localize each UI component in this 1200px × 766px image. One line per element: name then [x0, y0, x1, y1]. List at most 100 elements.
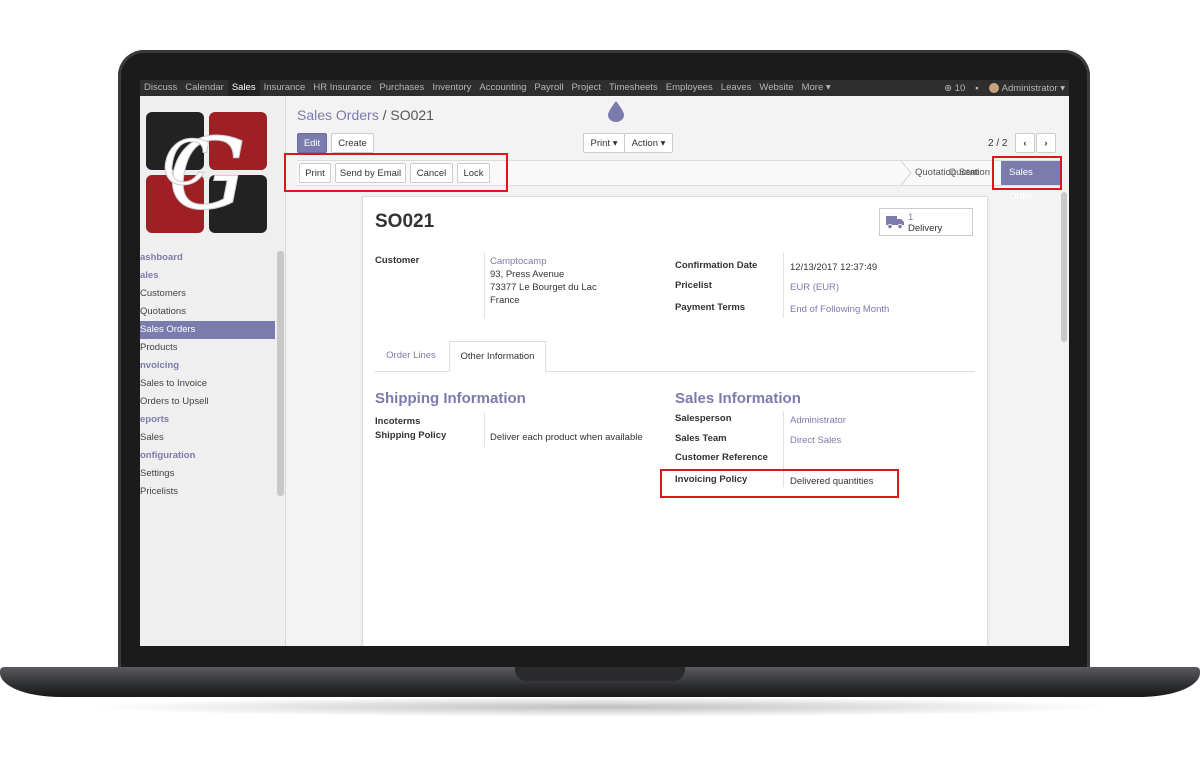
tab-other-information[interactable]: Other Information [449, 341, 546, 372]
pager-previous-button[interactable]: ‹ [1015, 133, 1035, 153]
sidebar-section-configuration: onfiguration [140, 450, 196, 461]
field-divider [484, 253, 485, 318]
sales-team-link[interactable]: Direct Sales [790, 434, 841, 447]
sidebar-item-orders-to-upsell[interactable]: Orders to Upsell [140, 393, 275, 411]
company-logo: G C [146, 112, 267, 233]
customer-address-line1: 93, Press Avenue [490, 269, 565, 280]
customer-address-line2: 73377 Le Bourget du Lac [490, 282, 597, 293]
incoterms-label: Incoterms [375, 416, 421, 427]
payment-terms-label: Payment Terms [675, 302, 746, 313]
pager-value: 2 / 2 [988, 138, 1008, 149]
order-number-title: SO021 [375, 211, 435, 232]
customer-address-line3: France [490, 295, 520, 306]
form-sheet: SO021 1 Delivery Customer Camptocamp 93,… [362, 196, 988, 646]
breadcrumb: Sales Orders / SO021 [297, 107, 434, 123]
nav-calendar[interactable]: Calendar [181, 80, 228, 96]
messages-count: 10 [954, 82, 966, 94]
svg-text:C: C [162, 126, 209, 199]
field-divider [783, 253, 784, 318]
laptop-shadow [80, 697, 1120, 717]
nav-sales[interactable]: Sales [227, 80, 260, 96]
messages-menu[interactable]: ⊕ 10 [944, 83, 965, 94]
nav-discuss[interactable]: Discuss [140, 80, 181, 96]
stage-quotation-sent[interactable]: Quotation Sent [915, 161, 995, 185]
nav-leaves[interactable]: Leaves [717, 80, 756, 96]
nav-website[interactable]: Website [755, 80, 797, 96]
truck-icon [886, 216, 904, 229]
nav-hr-insurance[interactable]: HR Insurance [309, 80, 375, 96]
sidebar-item-pricelists[interactable]: Pricelists [140, 483, 275, 501]
confirmation-date-label: Confirmation Date [675, 260, 758, 271]
customer-label: Customer [375, 255, 420, 266]
create-button[interactable]: Create [331, 133, 374, 153]
sidebar-section-reports: eports [140, 414, 170, 425]
sidebar-scrollbar[interactable] [277, 251, 284, 496]
nav-inventory[interactable]: Inventory [428, 80, 475, 96]
action-dropdown[interactable]: Action ▾ [624, 133, 673, 153]
sidebar-section-dashboard[interactable]: ashboard [140, 249, 275, 267]
highlight-box-invoicing-policy [660, 469, 899, 498]
sidebar-section-sales: ales [140, 270, 159, 281]
sidebar-section-invoicing: nvoicing [140, 360, 180, 371]
payment-terms-link[interactable]: End of Following Month [790, 303, 889, 316]
tab-order-lines[interactable]: Order Lines [375, 341, 447, 370]
pricelist-label: Pricelist [675, 280, 712, 291]
delivery-smart-button[interactable]: 1 Delivery [879, 208, 973, 236]
stage-quotation[interactable] [852, 161, 900, 185]
breadcrumb-separator: / [378, 107, 391, 123]
nav-accounting[interactable]: Accounting [475, 80, 530, 96]
shipping-policy-value[interactable]: Deliver each product when available [490, 431, 643, 444]
notebook-tabs: Order Lines Other Information [375, 341, 975, 372]
print-dropdown[interactable]: Print ▾ [583, 133, 625, 153]
confirmation-date-value: 12/13/2017 12:37:49 [790, 262, 878, 273]
sales-team-label: Sales Team [675, 433, 727, 444]
nav-timesheets[interactable]: Timesheets [605, 80, 662, 96]
user-name: Administrator ▾ [1001, 82, 1065, 94]
sidebar-item-sales-report[interactable]: Sales [140, 429, 275, 447]
shipping-information-heading: Shipping Information [375, 390, 526, 407]
main-content: Sales Orders / SO021 Edit Create Print ▾… [284, 96, 1069, 646]
discuss-icon: ⊕ [944, 82, 953, 94]
shipping-policy-label: Shipping Policy [375, 430, 447, 441]
customer-reference-label: Customer Reference [675, 452, 768, 463]
sidebar: G C ashboard ales Customers Quotations S… [140, 96, 286, 646]
sales-information-heading: Sales Information [675, 390, 801, 407]
laptop-notch [515, 667, 685, 681]
sidebar-item-sales-to-invoice[interactable]: Sales to Invoice [140, 375, 275, 393]
user-menu[interactable]: Administrator ▾ [988, 82, 1065, 94]
sidebar-item-customers[interactable]: Customers [140, 285, 275, 303]
delivery-count: 1 [908, 212, 914, 223]
nav-project[interactable]: Project [567, 80, 605, 96]
nav-employees[interactable]: Employees [662, 80, 717, 96]
nav-insurance[interactable]: Insurance [260, 80, 310, 96]
pager-next-button[interactable]: › [1036, 133, 1056, 153]
pricelist-link[interactable]: EUR (EUR) [790, 281, 839, 294]
stage-arrow-icon [900, 161, 912, 185]
breadcrumb-sales-orders[interactable]: Sales Orders [297, 107, 379, 123]
stage-quotation-sent-label: Quotation Sent [915, 167, 979, 178]
screen: Discuss Calendar Sales Insurance HR Insu… [140, 80, 1069, 646]
sidebar-menu: ashboard ales Customers Quotations Sales… [140, 249, 275, 501]
avatar [988, 82, 999, 93]
loading-drop-icon [608, 101, 624, 122]
nav-payroll[interactable]: Payroll [530, 80, 567, 96]
main-scrollbar[interactable] [1061, 192, 1067, 342]
top-navbar: Discuss Calendar Sales Insurance HR Insu… [140, 80, 1069, 96]
field-divider [484, 413, 485, 447]
chevron-left-icon: ‹ [1023, 138, 1027, 149]
highlight-box-action-buttons [284, 153, 508, 192]
delivery-label: Delivery [908, 223, 943, 234]
sidebar-item-products[interactable]: Products [140, 339, 275, 357]
edit-button[interactable]: Edit [297, 133, 327, 153]
salesperson-link[interactable]: Administrator [790, 414, 846, 427]
chat-icon[interactable]: ▪ [975, 83, 978, 94]
sidebar-item-quotations[interactable]: Quotations [140, 303, 275, 321]
sidebar-item-sales-orders[interactable]: Sales Orders [140, 321, 275, 339]
nav-more-menu[interactable]: More ▾ [798, 80, 835, 96]
sidebar-item-settings[interactable]: Settings [140, 465, 275, 483]
chevron-right-icon: › [1044, 138, 1048, 149]
nav-purchases[interactable]: Purchases [375, 80, 428, 96]
salesperson-label: Salesperson [675, 413, 732, 424]
breadcrumb-current: SO021 [390, 107, 434, 123]
customer-name-link[interactable]: Camptocamp [490, 255, 547, 268]
